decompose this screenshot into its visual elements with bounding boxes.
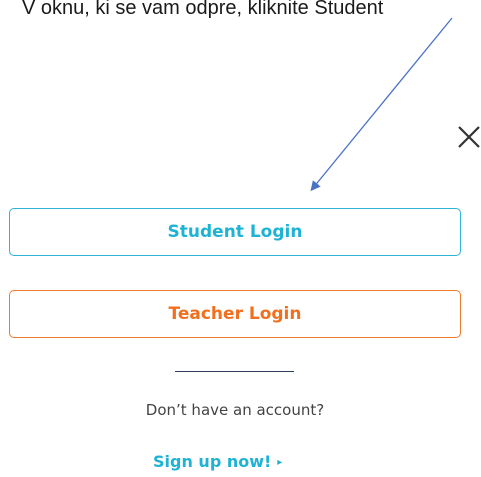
close-icon[interactable] [455,121,481,151]
chevron-right-icon: ▸ [277,457,283,468]
student-login-label: Student Login [167,222,303,242]
signup-link[interactable]: Sign up now! ▸ [153,452,282,471]
signup-link-label: Sign up now! [153,452,272,471]
teacher-login-button[interactable]: Teacher Login [9,290,461,338]
instruction-text: V oknu, ki se vam odpre, kliknite Studen… [22,0,384,19]
student-login-button[interactable]: Student Login [9,208,461,256]
no-account-text: Don’t have an account? [145,401,325,419]
divider [175,371,294,372]
teacher-login-label: Teacher Login [168,304,302,324]
arrow-line [310,17,453,192]
